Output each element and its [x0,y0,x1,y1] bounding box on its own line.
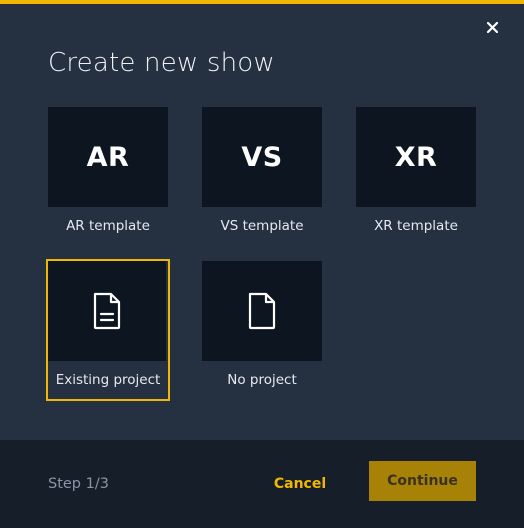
no-project-option[interactable]: No project [202,261,322,399]
vs-template-label: VS template [220,218,304,234]
dialog-title: Create new show [48,48,275,78]
xr-template-option[interactable]: XR XR template [356,107,476,245]
ar-template-label: AR template [66,218,150,234]
document-icon [93,292,121,330]
vs-template-thumbnail: VS [202,107,322,207]
vs-template-option[interactable]: VS VS template [202,107,322,245]
close-button[interactable] [482,17,502,37]
create-show-dialog: Create new show AR AR template VS VS tem… [0,0,524,528]
close-icon [486,21,498,33]
xr-template-thumbnail: XR [356,107,476,207]
ar-template-option[interactable]: AR AR template [48,107,168,245]
existing-project-option[interactable]: Existing project [46,259,170,401]
existing-project-thumbnail [48,261,166,361]
existing-project-label: Existing project [55,372,161,388]
continue-button[interactable]: Continue [369,461,476,501]
dialog-footer: Step 1/3 Cancel Continue [0,440,524,528]
cancel-button[interactable]: Cancel [268,466,332,502]
no-project-label: No project [227,372,297,388]
xr-thumbnail-text: XR [394,141,438,173]
blank-file-icon [248,292,276,330]
xr-template-label: XR template [374,218,458,234]
no-project-thumbnail [202,261,322,361]
step-indicator: Step 1/3 [48,476,109,492]
ar-template-thumbnail: AR [48,107,168,207]
vs-thumbnail-text: VS [241,141,283,173]
ar-thumbnail-text: AR [86,141,130,173]
